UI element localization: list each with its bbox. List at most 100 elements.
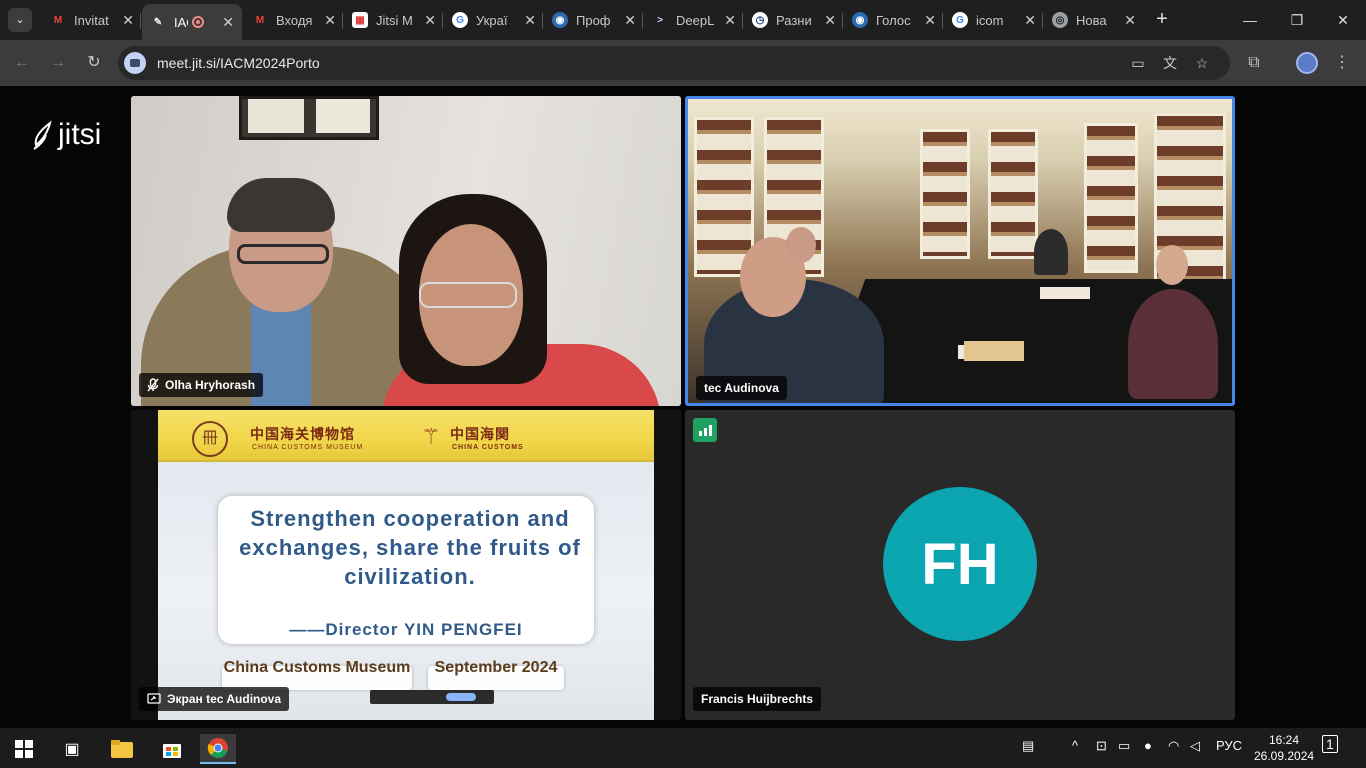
- reload-button[interactable]: ↻: [82, 51, 106, 75]
- tab-ukraine[interactable]: G Украї ✕: [444, 6, 544, 34]
- tab-jitsi-calendar[interactable]: ▦ Jitsi M ✕: [344, 6, 444, 34]
- share-toolbar[interactable]: [370, 690, 494, 704]
- notification-count: 1: [1322, 735, 1338, 753]
- caption-right: September 2024: [434, 659, 558, 676]
- close-icon[interactable]: ✕: [824, 12, 836, 29]
- language-indicator[interactable]: РУС: [1216, 738, 1242, 753]
- jitsi-logo-text: jitsi: [58, 118, 102, 151]
- close-icon[interactable]: ✕: [122, 12, 134, 29]
- browser-toolbar: ← → ↻ meet.jit.si/IACM2024Porto ▭ 文 ☆ ⧉ …: [0, 40, 1366, 86]
- close-window-button[interactable]: ✕: [1331, 8, 1355, 32]
- close-icon[interactable]: ✕: [222, 14, 234, 31]
- customs-name-en: CHINA CUSTOMS: [452, 444, 524, 451]
- file-explorer-icon[interactable]: [104, 734, 140, 764]
- customs-name-cn: 中国海関: [450, 426, 510, 442]
- minimize-button[interactable]: —: [1238, 8, 1262, 32]
- tab-prof[interactable]: ◉ Проф ✕: [544, 6, 644, 34]
- cast-icon[interactable]: ▭: [1126, 51, 1150, 75]
- tab-label: Проф: [576, 12, 611, 28]
- site-info-icon[interactable]: [124, 52, 146, 74]
- tab-label: Invitat: [74, 12, 109, 28]
- close-icon[interactable]: ✕: [624, 12, 636, 29]
- microphone-icon[interactable]: ●: [1144, 738, 1152, 753]
- menu-icon[interactable]: ⋮: [1330, 51, 1354, 75]
- meet-now-icon[interactable]: ⊡: [1096, 738, 1107, 754]
- address-bar[interactable]: meet.jit.si/IACM2024Porto ▭ 文 ☆: [118, 46, 1230, 80]
- attendee-figure: [1128, 289, 1218, 399]
- avatar: FH: [883, 487, 1037, 641]
- video-tile-tec-audinova[interactable]: tec Audinova: [685, 96, 1235, 406]
- video-tile-olha[interactable]: Olha Hryhorash: [131, 96, 681, 406]
- tab-label: Разни: [776, 12, 812, 28]
- extensions-icon[interactable]: ⧉: [1242, 51, 1266, 75]
- wifi-icon[interactable]: ◠: [1168, 738, 1179, 754]
- shared-slide: 冊 中国海关博物馆 CHINA CUSTOMS MUSEUM ⚚ 中国海関 CH…: [158, 410, 654, 720]
- task-view-icon[interactable]: ▣: [54, 734, 90, 764]
- tab-inbox[interactable]: M Входя ✕: [244, 6, 344, 34]
- windows-taskbar: ▣ ▤ ^ ⊡ ▭ ● ◠ ◁ РУС 16:24 26.09.2024 1: [0, 728, 1366, 768]
- tab-label: DeepL: [676, 12, 715, 28]
- tab-jitsi-meeting[interactable]: ✎ IAC ✕: [142, 4, 242, 40]
- tab-misc[interactable]: ◷ Разни ✕: [744, 6, 844, 34]
- back-button[interactable]: ←: [10, 51, 34, 75]
- participant-name-tag: tec Audinova: [696, 376, 787, 400]
- tab-separator: [842, 13, 843, 29]
- notifications-icon[interactable]: 1: [1322, 735, 1338, 753]
- bookshelf-image: [694, 117, 754, 277]
- store-icon[interactable]: [154, 734, 190, 764]
- tab-search-button[interactable]: ⌄: [8, 8, 32, 32]
- jitsi-logo[interactable]: jitsi: [32, 118, 101, 152]
- news-widget-icon[interactable]: ▤: [1022, 738, 1034, 754]
- url-text[interactable]: meet.jit.si/IACM2024Porto: [157, 55, 320, 71]
- participant-name-tag: Экран tec Audinova: [139, 687, 290, 711]
- video-tile-francis[interactable]: FH Francis Huijbrechts: [685, 410, 1235, 720]
- new-tab-button[interactable]: +: [1150, 8, 1174, 32]
- close-icon[interactable]: ✕: [924, 12, 936, 29]
- battery-icon[interactable]: ▭: [1118, 738, 1130, 754]
- tab-separator: [442, 13, 443, 29]
- tab-label: Нова: [1076, 12, 1107, 28]
- quote-card: Strengthen cooperation and exchanges, sh…: [218, 496, 594, 644]
- bookmark-star-icon[interactable]: ☆: [1190, 51, 1214, 75]
- forward-button[interactable]: →: [46, 51, 70, 75]
- tray-expand-icon[interactable]: ^: [1072, 738, 1078, 753]
- chrome-taskbar-icon[interactable]: [200, 734, 236, 764]
- slide-quote: Strengthen cooperation and exchanges, sh…: [239, 506, 581, 589]
- tab-icom[interactable]: G icom ✕: [944, 6, 1044, 34]
- close-icon[interactable]: ✕: [324, 12, 336, 29]
- caption-left: China Customs Museum: [223, 659, 411, 676]
- tab-voice[interactable]: ◉ Голос ✕: [844, 6, 944, 34]
- gmail-icon: M: [255, 14, 265, 26]
- volume-icon[interactable]: ◁: [1190, 738, 1200, 754]
- tab-separator: [342, 13, 343, 29]
- calendar-icon: ▦: [352, 12, 368, 28]
- connection-quality-icon[interactable]: [693, 418, 717, 442]
- close-icon[interactable]: ✕: [1124, 12, 1136, 29]
- google-icon: G: [952, 12, 968, 28]
- screen-share-tile[interactable]: 冊 中国海关博物馆 CHINA CUSTOMS MUSEUM ⚚ 中国海関 CH…: [131, 410, 681, 720]
- tab-new[interactable]: ◎ Нова ✕: [1044, 6, 1144, 34]
- meeting-stage: jitsi Olha Hryhorash tec Audinova 冊 中国海关…: [0, 86, 1366, 728]
- participant-name: Экран tec Audinova: [167, 692, 282, 706]
- clock-icon: ◷: [752, 12, 768, 28]
- tab-label: Украї: [476, 12, 508, 28]
- clock-date: 26.09.2024: [1254, 749, 1315, 763]
- close-icon[interactable]: ✕: [424, 12, 436, 29]
- profile-avatar[interactable]: [1296, 52, 1318, 74]
- attendee-figure: [1156, 245, 1188, 285]
- close-icon[interactable]: ✕: [724, 12, 736, 29]
- windows-start-icon[interactable]: [6, 734, 42, 764]
- deepl-icon: >: [657, 14, 663, 26]
- system-clock[interactable]: 16:24 26.09.2024: [1254, 732, 1314, 764]
- tab-separator: [942, 13, 943, 29]
- participant-name: Francis Huijbrechts: [701, 692, 814, 706]
- translate-icon[interactable]: 文: [1158, 51, 1182, 75]
- tab-deepl[interactable]: > DeepL ✕: [644, 6, 744, 34]
- close-icon[interactable]: ✕: [1024, 12, 1036, 29]
- tab-invitation[interactable]: M Invitat ✕: [42, 6, 142, 34]
- quote-author: ——Director YIN PENGFEI: [289, 620, 523, 639]
- clock-time: 16:24: [1268, 733, 1300, 747]
- restore-button[interactable]: ❐: [1285, 8, 1309, 32]
- close-icon[interactable]: ✕: [524, 12, 536, 29]
- tab-separator: [642, 13, 643, 29]
